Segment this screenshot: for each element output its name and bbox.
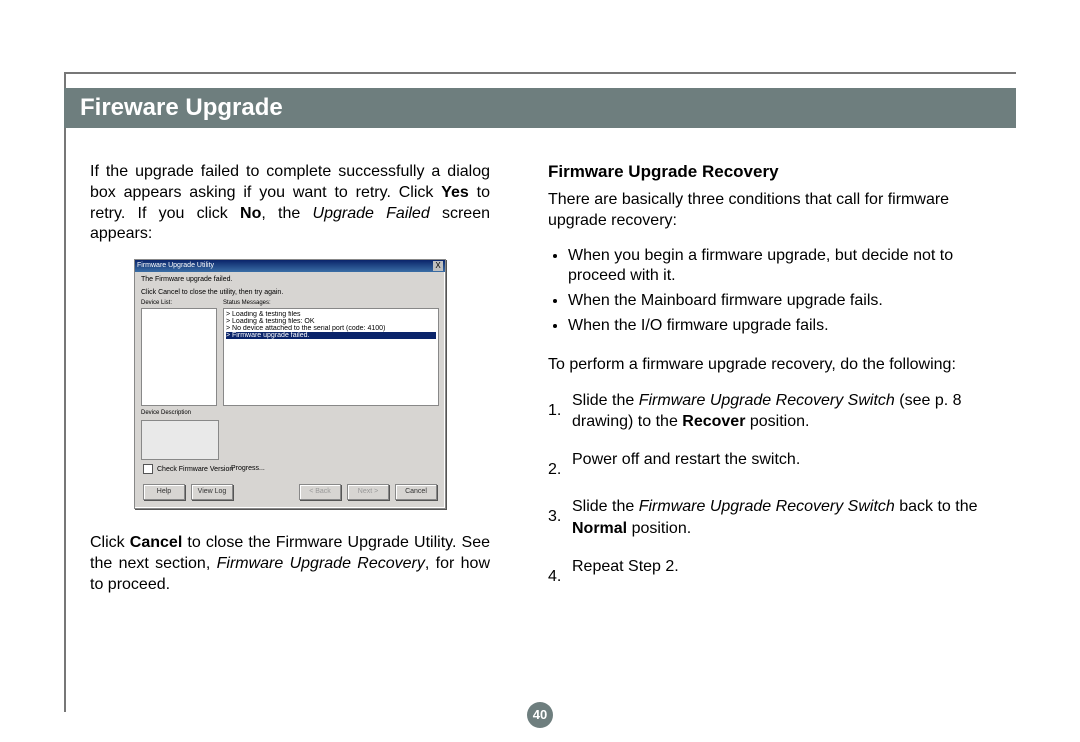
left-rule <box>64 72 66 712</box>
status-line-selected: > Firmware upgrade failed. <box>226 332 436 339</box>
cancel-keyword: Cancel <box>130 534 182 551</box>
text: Slide the <box>572 392 639 409</box>
recover-keyword: Recover <box>682 413 745 430</box>
section-header: Fireware Upgrade <box>64 88 1016 128</box>
checkbox-icon[interactable] <box>143 464 153 474</box>
page-number: 40 <box>0 702 1080 728</box>
text: back to the <box>895 498 978 515</box>
step-text: Slide the Firmware Upgrade Recovery Swit… <box>572 496 998 539</box>
close-icon[interactable]: X <box>433 261 443 271</box>
check-firmware-row[interactable]: Check Firmware Version <box>143 464 233 474</box>
step-3: 3. Slide the Firmware Upgrade Recovery S… <box>548 496 998 539</box>
text: Slide the <box>572 498 639 515</box>
status-pane[interactable]: > Loading & testing files > Loading & te… <box>223 308 439 406</box>
list-item: When the I/O firmware upgrade fails. <box>568 316 998 337</box>
device-list-label: Device List: <box>141 300 219 306</box>
text: position. <box>745 413 809 430</box>
text: position. <box>627 520 691 537</box>
step-number: 2. <box>548 449 572 481</box>
device-desc-pane <box>141 420 219 460</box>
status-line: > Loading & testing files <box>226 311 436 318</box>
step-number: 1. <box>548 390 572 433</box>
right-column: Firmware Upgrade Recovery There are basi… <box>548 162 998 603</box>
step-4: 4. Repeat Step 2. <box>548 556 998 588</box>
yes-keyword: Yes <box>441 184 469 201</box>
list-item: When the Mainboard firmware upgrade fail… <box>568 291 998 312</box>
device-list-pane[interactable] <box>141 308 217 406</box>
help-button[interactable]: Help <box>143 484 185 500</box>
recovery-intro: There are basically three conditions tha… <box>548 190 998 232</box>
window-title: Firmware Upgrade Utility <box>137 260 214 272</box>
next-button: Next > <box>347 484 389 500</box>
switch-term: Firmware Upgrade Recovery Switch <box>639 392 895 409</box>
window-body: The Firmware upgrade failed. Click Cance… <box>135 272 445 464</box>
check-firmware-label: Check Firmware Version <box>157 466 233 473</box>
switch-term: Firmware Upgrade Recovery Switch <box>639 498 895 515</box>
text: Click <box>90 534 130 551</box>
cancel-button[interactable]: Cancel <box>395 484 437 500</box>
view-log-button[interactable]: View Log <box>191 484 233 500</box>
text: , the <box>261 205 312 222</box>
para-2: Click Cancel to close the Firmware Upgra… <box>90 533 490 595</box>
left-column: If the upgrade failed to complete succes… <box>90 162 490 610</box>
section-title: Fireware Upgrade <box>80 94 283 121</box>
status-line: > Loading & testing files: OK <box>226 318 436 325</box>
back-button: < Back <box>299 484 341 500</box>
step-text: Power off and restart the switch. <box>572 449 998 481</box>
step-text: Slide the Firmware Upgrade Recovery Swit… <box>572 390 998 433</box>
no-keyword: No <box>240 205 261 222</box>
hint-message: Click Cancel to close the utility, then … <box>141 289 439 296</box>
recovery-steps: 1. Slide the Firmware Upgrade Recovery S… <box>548 390 998 588</box>
recovery-conditions: When you begin a firmware upgrade, but d… <box>548 246 998 337</box>
device-list-section: Device List: Device Description <box>141 300 219 460</box>
device-desc-label: Device Description <box>141 410 219 416</box>
step-text: Repeat Step 2. <box>572 556 998 588</box>
top-rule <box>64 72 1016 74</box>
window-titlebar: Firmware Upgrade Utility X <box>135 260 445 272</box>
status-line: > No device attached to the serial port … <box>226 325 436 332</box>
para-1: If the upgrade failed to complete succes… <box>90 162 490 245</box>
recovery-do: To perform a firmware upgrade recovery, … <box>548 355 998 376</box>
list-item: When you begin a firmware upgrade, but d… <box>568 246 998 288</box>
upgrade-failed-term: Upgrade Failed <box>313 205 430 222</box>
fail-message: The Firmware upgrade failed. <box>141 276 439 283</box>
status-label: Status Messages: <box>223 300 439 306</box>
screenshot-upgrade-failed: Firmware Upgrade Utility X The Firmware … <box>134 259 446 509</box>
progress-label: Progress... <box>231 465 265 472</box>
step-number: 4. <box>548 556 572 588</box>
step-number: 3. <box>548 496 572 539</box>
step-1: 1. Slide the Firmware Upgrade Recovery S… <box>548 390 998 433</box>
recovery-subhead: Firmware Upgrade Recovery <box>548 162 998 182</box>
recovery-term: Firmware Upgrade Recovery <box>217 555 425 572</box>
normal-keyword: Normal <box>572 520 627 537</box>
step-2: 2. Power off and restart the switch. <box>548 449 998 481</box>
text: If the upgrade failed to complete succes… <box>90 163 490 201</box>
page-number-badge: 40 <box>527 702 553 728</box>
button-row: Help View Log < Back Next > Cancel <box>135 484 445 500</box>
status-section: Status Messages: > Loading & testing fil… <box>223 300 439 460</box>
